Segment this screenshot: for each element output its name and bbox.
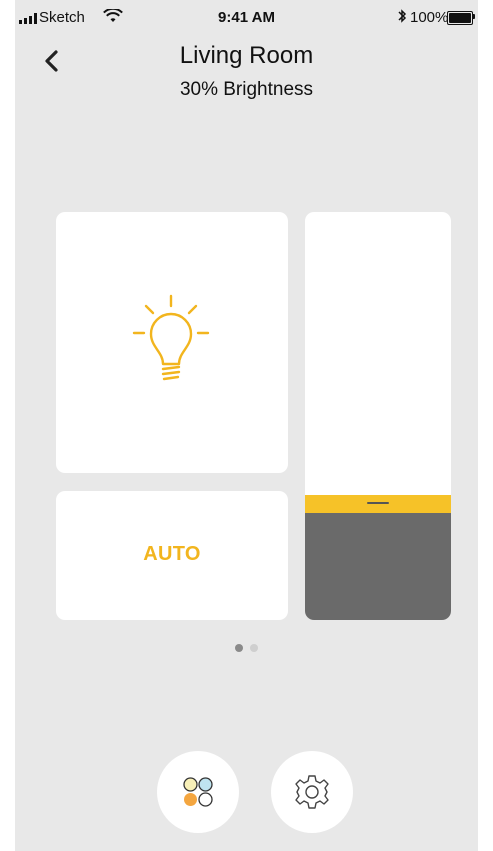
gear-icon	[295, 775, 329, 809]
brightness-subtitle: 30% Brightness	[179, 79, 314, 100]
page-dot	[250, 644, 258, 652]
room-title: Living Room	[179, 42, 314, 69]
slider-handle[interactable]	[305, 495, 451, 513]
auto-mode-button[interactable]: AUTO	[56, 491, 288, 620]
brightness-fill	[305, 513, 451, 620]
color-circles-icon	[183, 777, 213, 807]
auto-label: AUTO	[143, 543, 201, 565]
settings-button[interactable]	[271, 751, 353, 833]
lightbulb-icon	[132, 294, 210, 381]
brightness-slider[interactable]	[305, 212, 451, 620]
slider-grip	[367, 502, 389, 504]
light-toggle-tile[interactable]	[56, 212, 288, 473]
page-dot-active	[235, 644, 243, 652]
battery-tip	[473, 14, 475, 19]
status-bar: Sketch 9:41 AM 100%	[15, 0, 478, 36]
battery-icon	[447, 11, 473, 25]
scenes-button[interactable]	[157, 751, 239, 833]
page-indicator	[15, 644, 478, 652]
clock: 9:41 AM	[218, 9, 275, 26]
phone-screen: Sketch 9:41 AM 100% Living Room 30% Brig…	[15, 0, 478, 851]
bluetooth-icon	[398, 9, 407, 23]
battery-percent: 100%	[410, 9, 449, 26]
